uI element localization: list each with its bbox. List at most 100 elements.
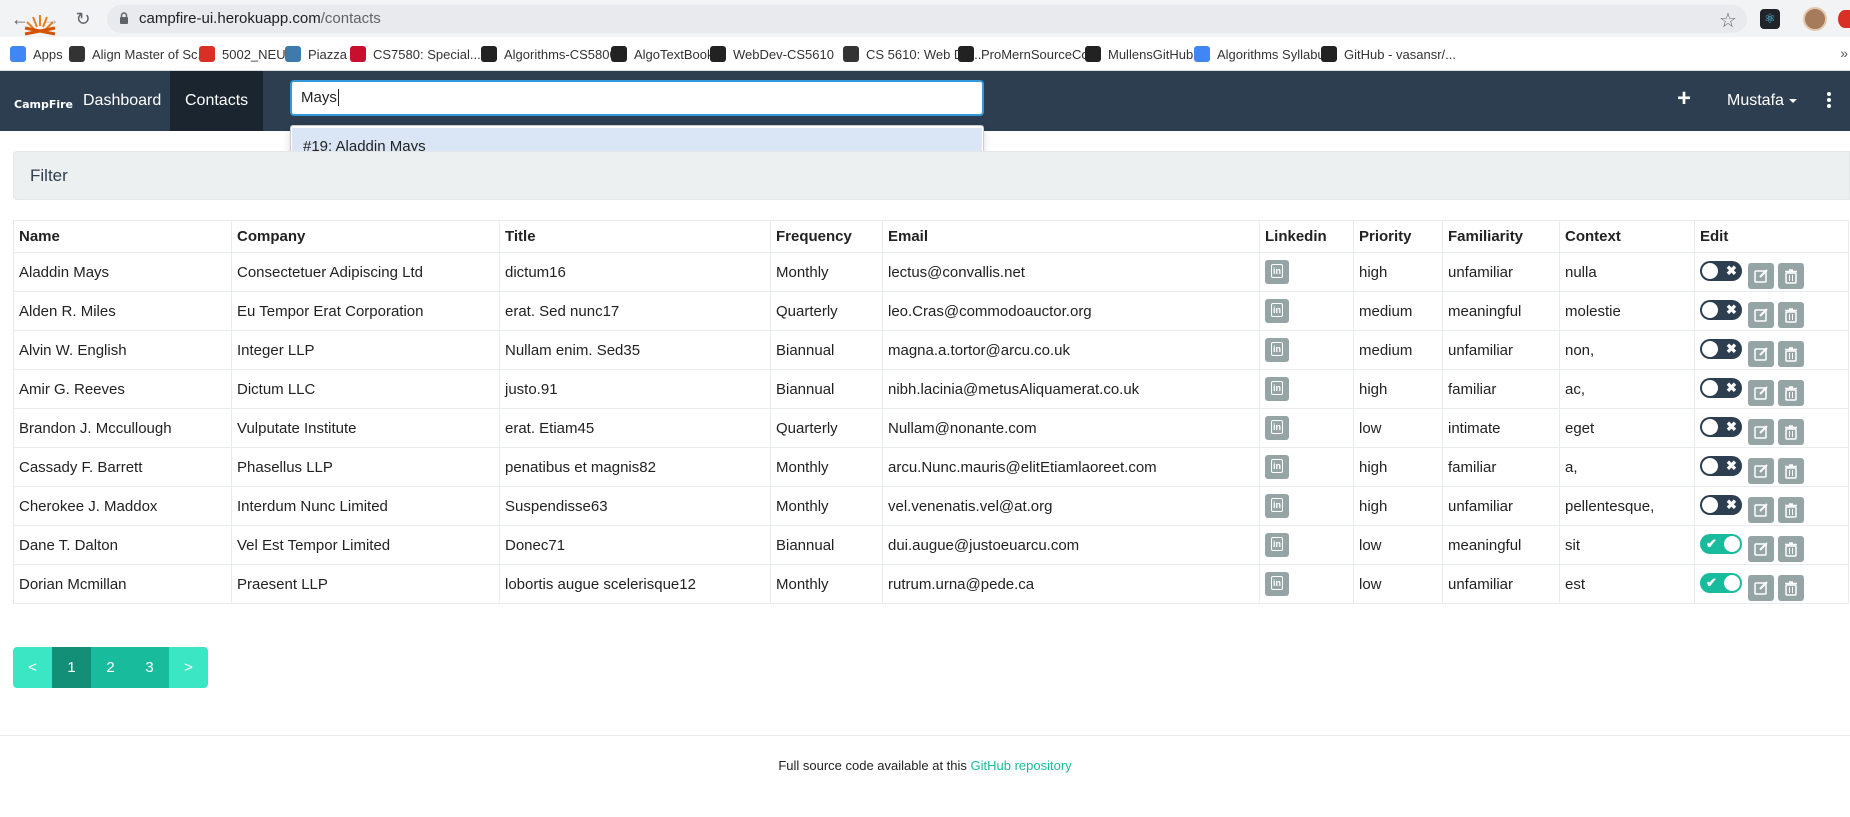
linkedin-icon[interactable] [1265, 299, 1289, 323]
bookmark-item[interactable]: CS7580: Special... [350, 44, 481, 64]
active-toggle[interactable]: ✖ [1700, 456, 1742, 476]
edit-button[interactable] [1748, 497, 1774, 523]
bookmark-item[interactable]: 5002_NEU [199, 44, 286, 64]
pagination-page-1[interactable]: 1 [52, 647, 91, 688]
active-toggle[interactable]: ✔ [1700, 573, 1742, 593]
pagination-prev[interactable]: < [13, 647, 52, 688]
cell-name: Dorian Mcmillan [13, 564, 232, 604]
bookmarks-more-button[interactable]: » [1840, 45, 1848, 61]
kebab-menu-icon[interactable] [1827, 92, 1831, 110]
linkedin-icon[interactable] [1265, 455, 1289, 479]
cell-company: Dictum LLC [231, 369, 500, 409]
campfire-logo-icon[interactable] [13, 12, 67, 50]
profile-avatar[interactable] [1803, 7, 1827, 31]
table-row[interactable]: Alvin W. English Integer LLP Nullam enim. … [13, 330, 1849, 370]
delete-button[interactable] [1778, 302, 1804, 328]
edit-button[interactable] [1748, 341, 1774, 367]
table-row[interactable]: Brandon J. Mccullough Vulputate Institute… [13, 408, 1849, 448]
bookmark-item[interactable]: AlgoTextBook [611, 44, 714, 64]
linkedin-icon[interactable] [1265, 260, 1289, 284]
github-icon [611, 46, 627, 62]
column-header[interactable]: Linkedin [1259, 220, 1354, 253]
active-toggle[interactable]: ✖ [1700, 417, 1742, 437]
column-header[interactable]: Priority [1353, 220, 1443, 253]
table-row[interactable]: Aladdin Mays Consectetuer Adipiscing Ltd d… [13, 252, 1849, 292]
pagination-page-3[interactable]: 3 [130, 647, 169, 688]
pagination-next[interactable]: > [169, 647, 208, 688]
nav-contacts[interactable]: Contacts [170, 71, 264, 131]
active-toggle[interactable]: ✖ [1700, 495, 1742, 515]
edit-button[interactable] [1748, 536, 1774, 562]
cell-context: pellentesque, [1559, 486, 1695, 526]
column-header[interactable]: Email [882, 220, 1260, 253]
table-row[interactable]: Cherokee J. Maddox Interdum Nunc Limited S… [13, 486, 1849, 526]
delete-button[interactable] [1778, 575, 1804, 601]
bookmark-star-icon[interactable]: ☆ [1719, 8, 1737, 33]
bookmark-item[interactable]: MullensGitHub [1085, 44, 1193, 64]
linkedin-icon[interactable] [1265, 338, 1289, 362]
cell-linkedin [1259, 486, 1354, 526]
table-row[interactable]: Alden R. Miles Eu Tempor Erat Corporation… [13, 291, 1849, 331]
column-header[interactable]: Company [231, 220, 500, 253]
nav-dashboard[interactable]: Dashboard [68, 71, 176, 131]
bookmark-item[interactable]: Algorithms Syllabus [1194, 44, 1331, 64]
bookmark-item[interactable]: ProMernSourceCo... [958, 44, 1100, 64]
reload-icon[interactable]: ↻ [72, 8, 94, 30]
edit-button[interactable] [1748, 419, 1774, 445]
add-contact-plus-icon[interactable]: + [1677, 85, 1691, 113]
cell-edit: ✖ [1694, 252, 1849, 292]
delete-button[interactable] [1778, 458, 1804, 484]
linkedin-icon[interactable] [1265, 533, 1289, 557]
active-toggle[interactable]: ✖ [1700, 339, 1742, 359]
bookmark-item[interactable]: Piazza [285, 44, 347, 64]
linkedin-icon[interactable] [1265, 494, 1289, 518]
user-menu[interactable]: Mustafa [1727, 71, 1797, 131]
linkedin-icon[interactable] [1265, 377, 1289, 401]
delete-button[interactable] [1778, 380, 1804, 406]
pagination-page-2[interactable]: 2 [91, 647, 130, 688]
bookmark-item[interactable]: Algorithms-CS5800 [481, 44, 617, 64]
edit-icon [1754, 464, 1768, 478]
edit-button[interactable] [1748, 263, 1774, 289]
column-header[interactable]: Title [499, 220, 771, 253]
table-header-row: Name Company Title Frequency Email Linkedin Pr… [13, 220, 1849, 253]
active-toggle[interactable]: ✖ [1700, 378, 1742, 398]
active-toggle[interactable]: ✖ [1700, 261, 1742, 281]
url-text[interactable]: campfire-ui.herokuapp.com/contacts [139, 10, 381, 27]
table-row[interactable]: Amir G. Reeves Dictum LLC justo.91 Biannual… [13, 369, 1849, 409]
column-header[interactable]: Frequency [770, 220, 883, 253]
column-header[interactable]: Name [13, 220, 232, 253]
active-toggle[interactable]: ✖ [1700, 300, 1742, 320]
delete-button[interactable] [1778, 536, 1804, 562]
delete-button[interactable] [1778, 341, 1804, 367]
column-header[interactable]: Edit [1694, 220, 1849, 253]
edit-button[interactable] [1748, 380, 1774, 406]
edit-button[interactable] [1748, 575, 1774, 601]
cell-title: lobortis augue scelerisque12 [499, 564, 771, 604]
filter-panel[interactable]: Filter [13, 151, 1850, 200]
delete-button[interactable] [1778, 263, 1804, 289]
cell-company: Interdum Nunc Limited [231, 486, 500, 526]
react-devtools-icon[interactable]: ⚛ [1760, 9, 1780, 29]
active-toggle[interactable]: ✔ [1700, 534, 1742, 554]
delete-button[interactable] [1778, 419, 1804, 445]
table-row[interactable]: Dorian Mcmillan Praesent LLP lobortis augu… [13, 564, 1849, 604]
contact-search-input[interactable]: Mays [290, 80, 984, 116]
github-repo-link[interactable]: GitHub repository [971, 758, 1072, 773]
bookmark-item[interactable]: WebDev-CS5610 [710, 44, 834, 64]
linkedin-icon[interactable] [1265, 572, 1289, 596]
bookmark-item[interactable]: GitHub - vasansr/... [1321, 44, 1456, 64]
edit-button[interactable] [1748, 458, 1774, 484]
table-row[interactable]: Cassady F. Barrett Phasellus LLP penatibus… [13, 447, 1849, 487]
extension-icon[interactable] [1838, 10, 1850, 28]
column-header[interactable]: Context [1559, 220, 1695, 253]
column-header[interactable]: Familiarity [1442, 220, 1560, 253]
bookmark-item[interactable]: Align Master of Sc... [69, 44, 208, 64]
bookmarks-bar: » Apps Align Master of Sc... 5002_NEU Piazz… [0, 37, 1850, 71]
linkedin-icon[interactable] [1265, 416, 1289, 440]
edit-button[interactable] [1748, 302, 1774, 328]
cell-company: Praesent LLP [231, 564, 500, 604]
table-row[interactable]: Dane T. Dalton Vel Est Tempor Limited Done… [13, 525, 1849, 565]
cell-context: eget [1559, 408, 1695, 448]
delete-button[interactable] [1778, 497, 1804, 523]
